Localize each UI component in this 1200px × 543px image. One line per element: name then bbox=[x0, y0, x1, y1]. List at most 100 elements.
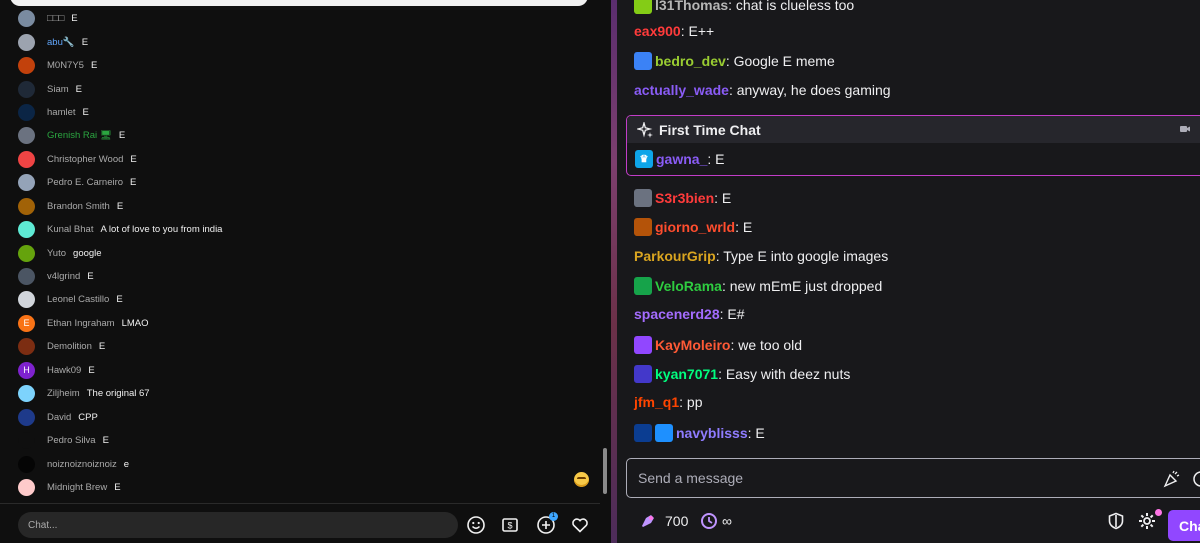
author-name[interactable]: Yuto bbox=[47, 248, 66, 259]
avatar[interactable] bbox=[18, 197, 35, 215]
avatar[interactable]: E bbox=[18, 314, 35, 332]
user-badge-icon[interactable] bbox=[634, 52, 652, 70]
settings-button[interactable] bbox=[1137, 505, 1157, 537]
emoji-button[interactable] bbox=[465, 514, 487, 536]
message-text: : E bbox=[707, 151, 725, 167]
avatar[interactable] bbox=[18, 432, 35, 450]
user-badge-icon[interactable] bbox=[634, 218, 652, 236]
avatar[interactable] bbox=[18, 10, 35, 28]
username[interactable]: kyan7071 bbox=[655, 366, 718, 382]
author-name[interactable]: Christopher Wood bbox=[47, 154, 123, 165]
message-text: : E bbox=[714, 190, 732, 206]
avatar[interactable] bbox=[18, 478, 35, 496]
username[interactable]: giorno_wrld bbox=[655, 219, 735, 235]
avatar[interactable] bbox=[18, 455, 35, 473]
username[interactable]: eax900 bbox=[634, 23, 681, 39]
avatar[interactable] bbox=[18, 150, 35, 168]
add-button[interactable]: 1 bbox=[535, 512, 558, 536]
chat-message-row: Demolition E bbox=[0, 335, 600, 358]
celebration-icon[interactable] bbox=[1163, 470, 1181, 488]
avatar[interactable] bbox=[18, 80, 35, 98]
avatar[interactable] bbox=[18, 57, 35, 75]
author-name[interactable]: Pedro E. Carneiro bbox=[47, 177, 123, 188]
author-name[interactable]: noiznoiznoiznoiz bbox=[47, 459, 117, 470]
chat-input[interactable]: Chat... bbox=[18, 512, 458, 538]
twitch-message: bedro_dev: Google E meme bbox=[634, 52, 835, 70]
author-name[interactable]: Kunal Bhat bbox=[47, 224, 93, 235]
avatar[interactable] bbox=[18, 174, 35, 192]
author-name[interactable]: Ziljheim bbox=[47, 388, 80, 399]
twitch-message: actually_wade: anyway, he does gaming bbox=[634, 82, 891, 98]
user-badge-icon[interactable] bbox=[634, 0, 652, 14]
chat-message-row: Yuto google bbox=[0, 241, 600, 264]
mod-shield-button[interactable] bbox=[1107, 505, 1125, 537]
username[interactable]: gawna_ bbox=[656, 151, 707, 167]
author-name[interactable]: Demolition bbox=[47, 341, 92, 352]
send-message-input[interactable]: Send a message bbox=[626, 458, 1200, 498]
twitch-message: VeloRama: new mEmE just dropped bbox=[634, 277, 882, 295]
twitch-message: KayMoleiro: we too old bbox=[634, 336, 802, 354]
author-name[interactable]: □□□ bbox=[47, 13, 64, 24]
author-name[interactable]: Midnight Brew bbox=[47, 482, 107, 493]
avatar[interactable] bbox=[18, 103, 35, 121]
chat-message-row: □□□ E bbox=[0, 7, 600, 30]
youtube-chat-panel: □□□ Eabu🔧 E M0N7Y5 E Siam Ehamlet E Grenish Rai … bbox=[0, 0, 610, 543]
avatar[interactable] bbox=[18, 385, 35, 403]
like-button[interactable] bbox=[569, 514, 591, 536]
author-name[interactable]: M0N7Y5 bbox=[47, 60, 84, 71]
shield-icon bbox=[1108, 512, 1124, 530]
username[interactable]: VeloRama bbox=[655, 278, 722, 294]
emote-icon[interactable] bbox=[1192, 470, 1200, 488]
author-name[interactable]: Hawk09 bbox=[47, 365, 81, 376]
user-badge-icon[interactable] bbox=[634, 336, 652, 354]
author-name[interactable]: Brandon Smith bbox=[47, 201, 110, 212]
user-badge-icon[interactable] bbox=[634, 277, 652, 295]
author-name[interactable]: hamlet bbox=[47, 107, 76, 118]
chat-message-row: Midnight Brew E bbox=[0, 476, 600, 499]
author-name[interactable]: Ethan Ingraham bbox=[47, 318, 115, 329]
author-name[interactable]: Leonel Castillo bbox=[47, 294, 109, 305]
username[interactable]: KayMoleiro bbox=[655, 337, 730, 353]
author-name[interactable]: abu🔧 bbox=[47, 37, 75, 48]
avatar[interactable] bbox=[18, 408, 35, 426]
message-text: : pp bbox=[679, 394, 703, 410]
author-name[interactable]: Pedro Silva bbox=[47, 435, 96, 446]
watch-streak[interactable]: ∞ bbox=[700, 505, 732, 537]
avatar[interactable] bbox=[18, 127, 35, 145]
username[interactable]: spacenerd28 bbox=[634, 306, 720, 322]
username[interactable]: l31Thomas bbox=[655, 0, 728, 13]
username[interactable]: actually_wade bbox=[634, 82, 729, 98]
username[interactable]: bedro_dev bbox=[655, 53, 726, 69]
author-name[interactable]: v4lgrind bbox=[47, 271, 80, 282]
chat-message-row: Grenish Rai 🖥 E bbox=[0, 124, 600, 147]
avatar[interactable]: H bbox=[18, 361, 35, 379]
user-badge-icon[interactable] bbox=[655, 424, 673, 442]
chat-send-button[interactable]: Chat bbox=[1168, 510, 1200, 541]
avatar[interactable] bbox=[18, 268, 35, 286]
first-time-chat-header: First Time Chat bbox=[627, 116, 1200, 143]
avatar[interactable] bbox=[18, 291, 35, 309]
username[interactable]: ParkourGrip bbox=[634, 248, 716, 264]
message-text: : new mEmE just dropped bbox=[721, 278, 883, 294]
camera-icon[interactable] bbox=[1180, 125, 1190, 133]
chat-input-placeholder: Chat... bbox=[28, 519, 58, 531]
avatar[interactable] bbox=[18, 221, 35, 239]
username[interactable]: jfm_q1 bbox=[634, 394, 679, 410]
author-name[interactable]: David bbox=[47, 412, 71, 423]
avatar[interactable] bbox=[18, 244, 35, 262]
username[interactable]: navyblisss bbox=[676, 425, 748, 441]
user-badge-icon[interactable] bbox=[634, 365, 652, 383]
channel-points[interactable]: 700 bbox=[639, 505, 688, 537]
username[interactable]: S3r3bien bbox=[655, 190, 714, 206]
user-badge-icon[interactable] bbox=[634, 189, 652, 207]
avatar[interactable] bbox=[18, 33, 35, 51]
twitch-message: kyan7071: Easy with deez nuts bbox=[634, 365, 850, 383]
super-chat-button[interactable]: $ bbox=[499, 514, 521, 536]
author-name[interactable]: Grenish Rai 🖥 bbox=[47, 130, 112, 141]
user-badge-icon[interactable] bbox=[634, 424, 652, 442]
author-name[interactable]: Siam bbox=[47, 84, 69, 95]
avatar[interactable] bbox=[18, 338, 35, 356]
message-text: : E++ bbox=[680, 23, 715, 39]
message-text: e bbox=[123, 458, 130, 470]
chat-scrollbar[interactable] bbox=[603, 448, 607, 494]
